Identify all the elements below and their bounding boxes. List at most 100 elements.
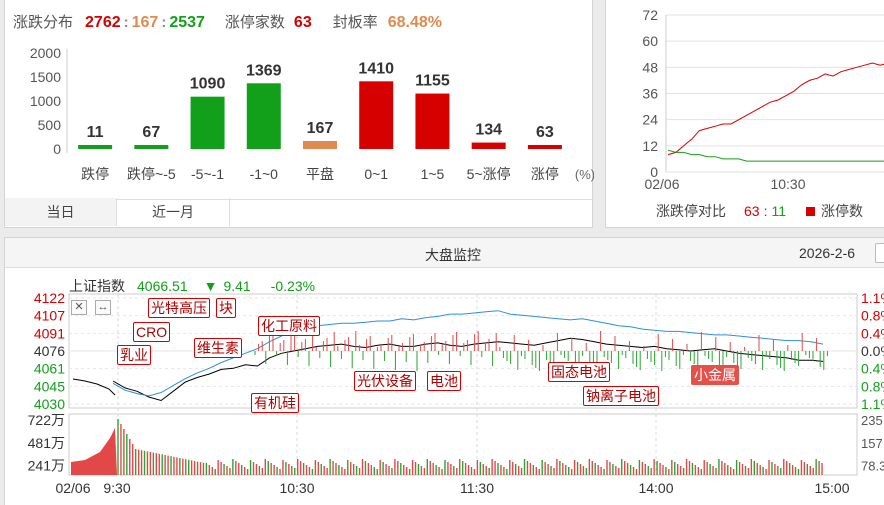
price-tick-right: 0.8% [861,308,884,324]
price-tick-left: 4045 [34,378,65,394]
category-label: -1~0 [250,166,279,182]
x-tick-label: 15:00 [814,480,849,496]
price-tick-right: 0.0% [861,343,884,359]
category-label: 跌停~-5 [127,166,176,182]
x-tick-label: 11:30 [460,480,494,496]
expand-icon[interactable]: ↔ [95,300,111,315]
event-tag[interactable]: 光伏设备 [354,371,416,391]
price-tick-right: 1.1% [861,290,884,306]
event-tag[interactable]: 光特高压 [148,298,210,318]
event-tag[interactable]: 块 [216,298,236,318]
market-monitor-panel: 大盘监控 2026-2-6 上证指数 4066.51 ▼ 9.41 -0.23%… [4,237,884,505]
event-tag[interactable]: 维生素 [194,338,242,358]
price-tick-right: 0.8% [861,378,884,394]
volume-tick-left: 481万 [28,435,65,451]
price-tick-right: 1.1% [861,396,884,412]
tab-recent-month[interactable]: 近一月 [117,198,230,226]
bar [359,81,394,149]
bar-value-label: 1369 [246,62,282,79]
series-line [667,62,884,156]
x-tick-label: 10:30 [770,176,805,192]
volume-tick-right: 235 [861,413,883,428]
legend-square-icon [806,206,816,216]
event-tag[interactable]: 小金属 [691,365,739,385]
event-tag[interactable]: CRO [133,322,171,342]
price-tick-left: 4076 [34,343,65,359]
y-tick-label: 24 [642,112,658,128]
event-tag[interactable]: 电池 [427,371,461,391]
volume-tick-right: 78.3 [861,459,884,474]
y-tick-label: 2000 [30,45,61,61]
seal-rate: 68.48% [387,14,442,31]
category-label: 1~5 [421,166,445,182]
price-tick-left: 4107 [34,308,65,324]
bar [303,140,337,149]
limit-down-value: 11 [771,203,787,219]
bar-value-label: 11 [87,124,104,141]
seal-rate-label: 封板率 [332,14,378,31]
limit-line-chart: 726048362412002/06 10:30 [642,7,884,192]
price-tick-left: 4091 [34,325,65,341]
y-tick-label: 48 [642,59,658,75]
distribution-bar-chart: 2000 1500 1000 500 0 11 跌停 67 跌停~-5 1090 -5~-1 1369… [30,45,594,182]
volume-tick-right: 157 [861,436,883,451]
category-label: 涨停 [531,166,559,182]
category-label: 0~1 [364,166,388,182]
event-tag[interactable]: 固态电池 [548,362,610,382]
volume-tick-left: 722万 [28,412,65,428]
category-label: 跌停 [81,166,109,182]
limit-count: 63 [293,14,312,31]
y-tick-label: 500 [38,117,62,133]
preopen-line [72,378,116,396]
bar [415,93,450,149]
event-tag[interactable]: 乳业 [117,345,151,365]
limit-legend-series: 涨停数 [821,203,864,219]
category-label: -5~-1 [191,166,224,182]
up-count: 2762 [85,14,121,31]
y-tick-label: 1000 [30,93,61,109]
price-tick-right: 0.4% [861,361,884,377]
bar [246,83,281,149]
price-tick-left: 4061 [34,361,65,377]
bar-value-label: 1090 [190,76,226,93]
count-separator: : [123,14,129,31]
distribution-panel: 涨跌分布 2762 : 167 : 2537 涨停家数 63 封板率 68.48… [4,0,594,228]
down-count: 2537 [169,14,205,31]
y-tick-label: 12 [642,138,658,154]
y-tick-label: 72 [642,7,658,23]
bar-value-label: 1155 [415,73,450,90]
x-tick-label: 02/06 [644,176,679,192]
y-tick-label: 0 [53,141,61,157]
volume-tick-left: 241万 [28,458,65,474]
count-separator: : [161,14,167,31]
bar-value-label: 67 [142,124,160,141]
bar [78,145,113,149]
category-label: 5~涨停 [467,166,511,182]
limit-panel: 72 60 48 36 24 12 0 02/06 10:30 涨跌停对比 63 : 11 涨停… [605,0,884,228]
x-tick-label: 02/06 [55,480,90,496]
y-tick-label: 60 [642,33,658,49]
bar [471,142,506,149]
y-tick-label: 36 [642,86,658,102]
x-tick-label: 9:30 [103,480,130,496]
series-line [667,149,884,162]
y-tick-label: 1500 [30,69,61,85]
tab-today[interactable]: 当日 [5,198,117,226]
bar-value-label: 63 [536,124,554,141]
price-tick-left: 4030 [34,396,65,412]
price-tick-right: 0.4% [861,325,884,341]
close-icon[interactable]: ✕ [71,300,87,315]
event-tag[interactable]: 有机硅 [251,393,299,413]
x-tick-label: 14:00 [638,480,673,496]
bar-value-label: 167 [307,120,334,137]
event-tag[interactable]: 化工原料 [258,316,320,336]
unit-label: (%) [575,167,594,182]
event-tag[interactable]: 钠离子电池 [583,386,659,406]
distribution-title: 涨跌分布 [13,14,74,31]
limit-count-label: 涨停家数 [224,14,285,31]
preopen-volume-area [71,428,117,475]
x-tick-label: 10:30 [279,480,314,496]
price-tick-left: 4122 [34,290,65,306]
limit-up-value: 63 [744,203,760,219]
bar [134,145,169,149]
